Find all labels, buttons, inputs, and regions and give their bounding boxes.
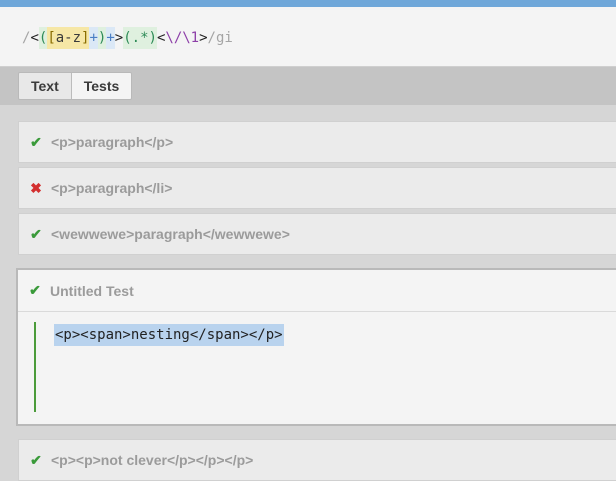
regex-expression[interactable]: /<([a-z]+)+>(.*)<\/\1>/gi — [22, 27, 233, 49]
cross-icon: ✖ — [30, 179, 42, 196]
regex-token: ( — [38, 27, 48, 49]
test-item[interactable]: ✔ <p><p>not clever</p></p></p> — [18, 439, 616, 481]
regex-token: < — [30, 30, 39, 46]
test-title: Untitled Test — [50, 282, 134, 299]
tests-list: ✔ <p>paragraph</p> ✖ <p>paragraph</li> ✔… — [0, 105, 616, 481]
regex-token: a-z — [55, 27, 82, 49]
regex-token: ) — [97, 27, 107, 49]
checkmark-icon: ✔ — [30, 225, 42, 242]
checkmark-icon: ✔ — [29, 282, 41, 298]
tab-group: Text Tests — [18, 72, 133, 100]
regex-token: [ — [47, 27, 56, 49]
tab-tests[interactable]: Tests — [70, 73, 132, 99]
regex-token: \1 — [182, 30, 200, 46]
editor-status-gutter — [34, 322, 36, 412]
test-item-expanded[interactable]: ✔ Untitled Test <p><span>nesting</span><… — [16, 268, 616, 426]
test-label: <wewwewe>paragraph</wewwewe> — [51, 226, 290, 242]
top-accent-bar — [0, 0, 616, 7]
regex-token: + — [106, 27, 115, 49]
regex-token: ] — [81, 27, 90, 49]
regex-token: > — [199, 30, 208, 46]
test-item[interactable]: ✔ <wewwewe>paragraph</wewwewe> — [18, 213, 616, 255]
test-label: <p>paragraph</p> — [51, 134, 174, 150]
regex-token: \/ — [165, 30, 183, 46]
test-item[interactable]: ✖ <p>paragraph</li> — [18, 167, 616, 209]
regex-token: /gi — [207, 30, 233, 46]
test-header[interactable]: ✔ Untitled Test — [18, 270, 616, 312]
checkmark-icon: ✔ — [30, 451, 42, 468]
regex-token: + — [89, 27, 98, 49]
test-item[interactable]: ✔ <p>paragraph</p> — [18, 121, 616, 163]
test-text-editor[interactable]: <p><span>nesting</span></p> — [18, 312, 616, 424]
regex-token: (.*) — [123, 27, 157, 49]
regex-token: / — [22, 30, 31, 46]
test-label: <p><p>not clever</p></p></p> — [51, 452, 254, 468]
test-label: <p>paragraph</li> — [51, 180, 173, 196]
test-content[interactable]: <p><span>nesting</span></p> — [54, 324, 284, 346]
tab-text[interactable]: Text — [19, 73, 71, 99]
regex-token: < — [156, 30, 166, 46]
checkmark-icon: ✔ — [30, 133, 42, 150]
tab-bar: Text Tests — [0, 67, 616, 105]
regex-token: > — [114, 30, 124, 46]
expression-panel[interactable]: /<([a-z]+)+>(.*)<\/\1>/gi — [0, 7, 616, 67]
